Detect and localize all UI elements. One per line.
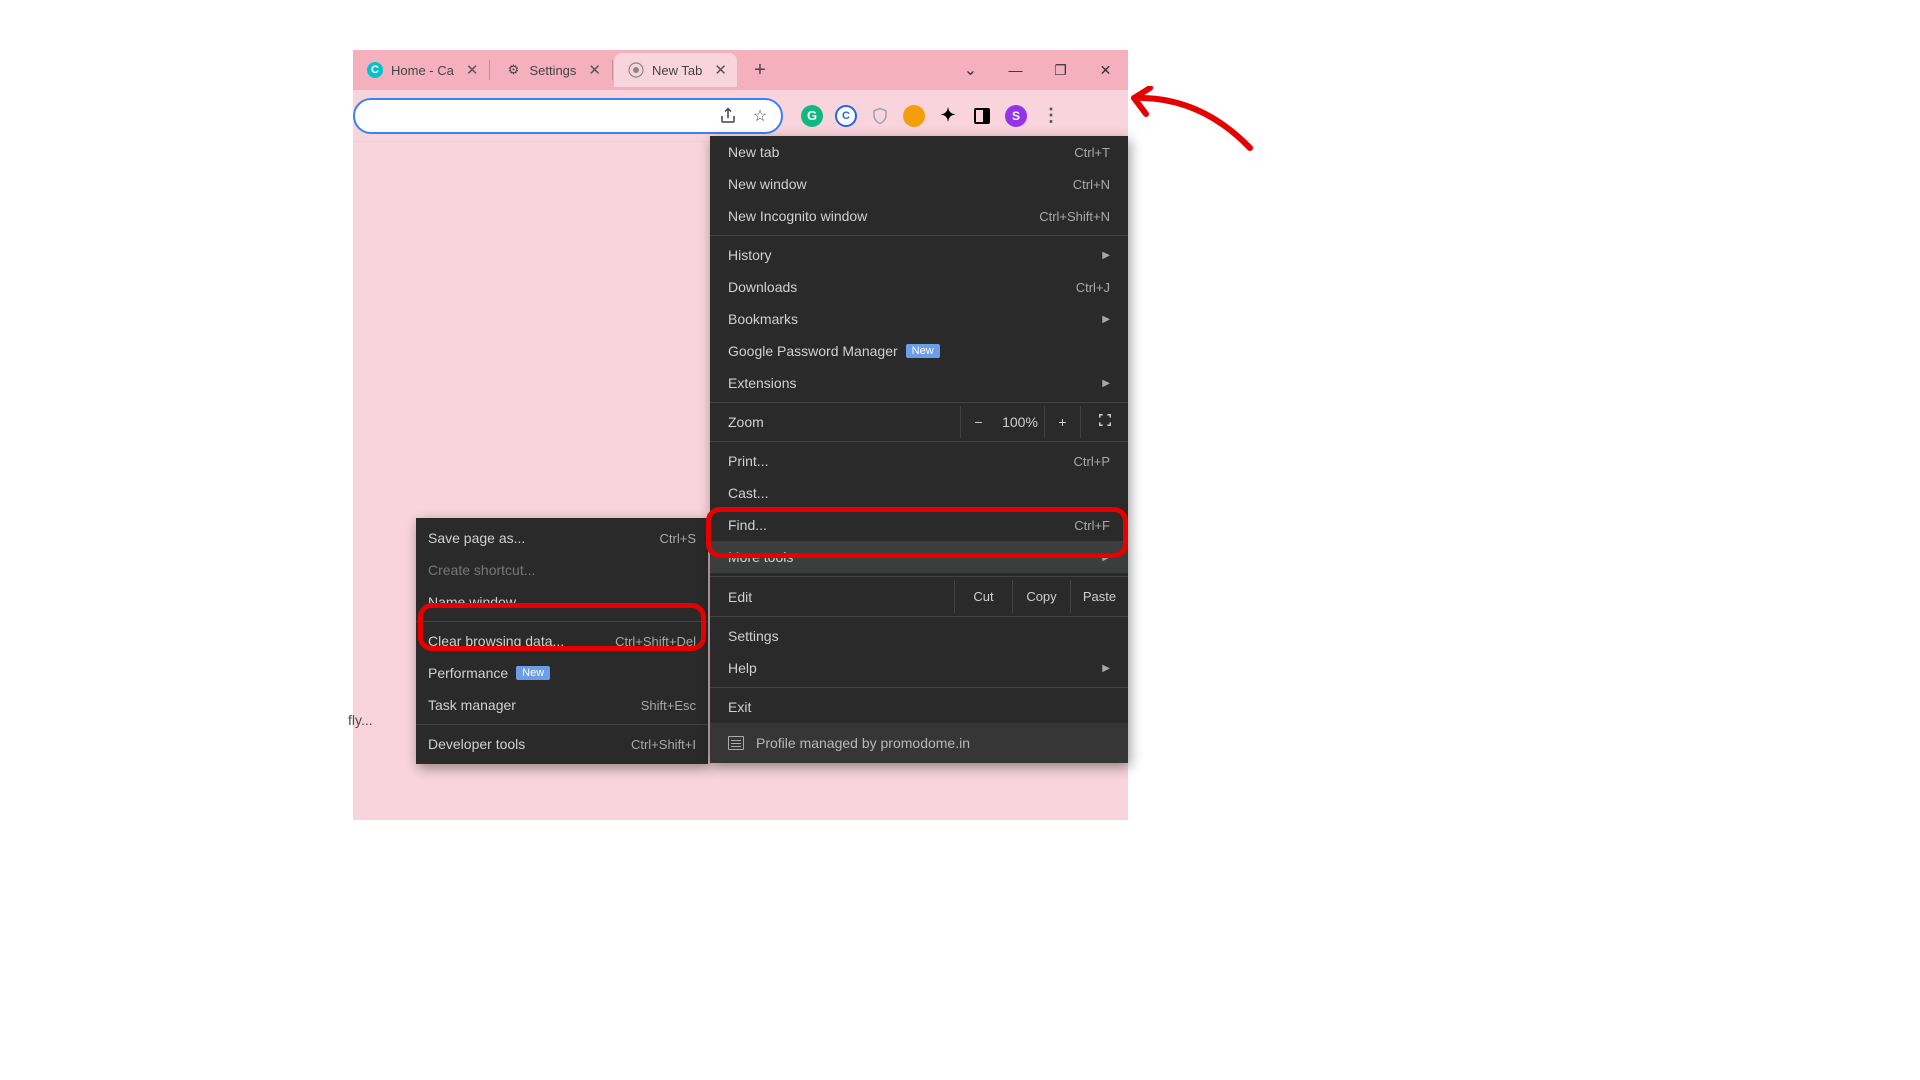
submenu-clear-browsing-data[interactable]: Clear browsing data... Ctrl+Shift+Del [416,625,708,657]
close-window-button[interactable]: ✕ [1083,55,1128,85]
close-icon[interactable]: ✕ [466,61,479,79]
close-icon[interactable]: ✕ [588,61,601,79]
tab-title: Home - Ca [391,63,454,78]
canva-favicon: C [367,62,383,78]
star-icon[interactable]: ☆ [751,107,769,125]
grammarly-icon[interactable]: G [801,105,823,127]
extension-c-icon[interactable]: C [835,105,857,127]
copy-button[interactable]: Copy [1012,580,1070,613]
new-badge: New [516,666,550,680]
building-icon [728,736,744,750]
menu-extensions[interactable]: Extensions ▶ [710,367,1128,399]
side-panel-icon[interactable] [971,105,993,127]
orange-extension-icon[interactable] [903,105,925,127]
zoom-out-button[interactable]: − [960,406,996,438]
zoom-in-button[interactable]: + [1044,406,1080,438]
maximize-button[interactable]: ❐ [1038,55,1083,85]
toolbar: ☆ G C ✦ S ⋮ [353,90,1128,142]
menu-print[interactable]: Print... Ctrl+P [710,445,1128,477]
minimize-button[interactable]: — [993,55,1038,85]
menu-more-tools[interactable]: More tools ▶ [710,541,1128,573]
chevron-right-icon: ▶ [1102,378,1110,389]
menu-zoom: Zoom − 100% + [710,406,1128,438]
fullscreen-button[interactable] [1080,406,1128,438]
submenu-performance[interactable]: Performance New [416,657,708,689]
submenu-create-shortcut: Create shortcut... [416,554,708,586]
gear-icon: ⚙ [505,62,521,78]
tab-home[interactable]: C Home - Ca ✕ [353,53,488,87]
submenu-task-manager[interactable]: Task manager Shift+Esc [416,689,708,721]
submenu-name-window[interactable]: Name window... [416,586,708,618]
menu-new-window[interactable]: New window Ctrl+N [710,168,1128,200]
menu-cast[interactable]: Cast... [710,477,1128,509]
submenu-save-page[interactable]: Save page as... Ctrl+S [416,522,708,554]
menu-history[interactable]: History ▶ [710,239,1128,271]
menu-edit-row: Edit Cut Copy Paste [710,580,1128,613]
tabs-dropdown-button[interactable]: ⌄ [948,55,993,85]
tab-strip: C Home - Ca ✕ ⚙ Settings ✕ New Tab ✕ + ⌄… [353,50,1128,90]
menu-find[interactable]: Find... Ctrl+F [710,509,1128,541]
cut-button[interactable]: Cut [954,580,1012,613]
zoom-percentage: 100% [996,406,1044,438]
tab-newtab[interactable]: New Tab ✕ [614,53,737,87]
kebab-menu-icon[interactable]: ⋮ [1039,105,1061,127]
menu-help[interactable]: Help ▶ [710,652,1128,684]
extensions-icon[interactable]: ✦ [937,105,959,127]
new-badge: New [906,344,940,358]
chevron-right-icon: ▶ [1102,552,1110,563]
tab-title: Settings [529,63,576,78]
menu-bookmarks[interactable]: Bookmarks ▶ [710,303,1128,335]
tab-title: New Tab [652,63,702,78]
menu-settings[interactable]: Settings [710,620,1128,652]
stray-text: fly... [348,712,373,728]
chevron-right-icon: ▶ [1102,663,1110,674]
close-icon[interactable]: ✕ [714,61,727,79]
chevron-right-icon: ▶ [1102,314,1110,325]
paste-button[interactable]: Paste [1070,580,1128,613]
profile-avatar[interactable]: S [1005,105,1027,127]
chrome-main-menu: New tab Ctrl+T New window Ctrl+N New Inc… [710,136,1128,763]
menu-downloads[interactable]: Downloads Ctrl+J [710,271,1128,303]
menu-new-incognito[interactable]: New Incognito window Ctrl+Shift+N [710,200,1128,232]
profile-managed-footer: Profile managed by promodome.in [710,723,1128,763]
window-controls: ⌄ — ❐ ✕ [948,50,1128,90]
submenu-developer-tools[interactable]: Developer tools Ctrl+Shift+I [416,728,708,760]
address-bar[interactable]: ☆ [353,98,783,134]
toolbar-icons: G C ✦ S ⋮ [801,105,1061,127]
menu-exit[interactable]: Exit [710,691,1128,723]
shield-icon[interactable] [869,105,891,127]
share-icon[interactable] [719,107,737,125]
more-tools-submenu: Save page as... Ctrl+S Create shortcut..… [416,518,708,764]
chrome-favicon [628,62,644,78]
new-tab-button[interactable]: + [745,55,775,85]
menu-new-tab[interactable]: New tab Ctrl+T [710,136,1128,168]
menu-password-manager[interactable]: Google Password Manager New [710,335,1128,367]
annotation-arrow [1120,86,1260,176]
tab-settings[interactable]: ⚙ Settings ✕ [491,53,611,87]
chevron-right-icon: ▶ [1102,250,1110,261]
